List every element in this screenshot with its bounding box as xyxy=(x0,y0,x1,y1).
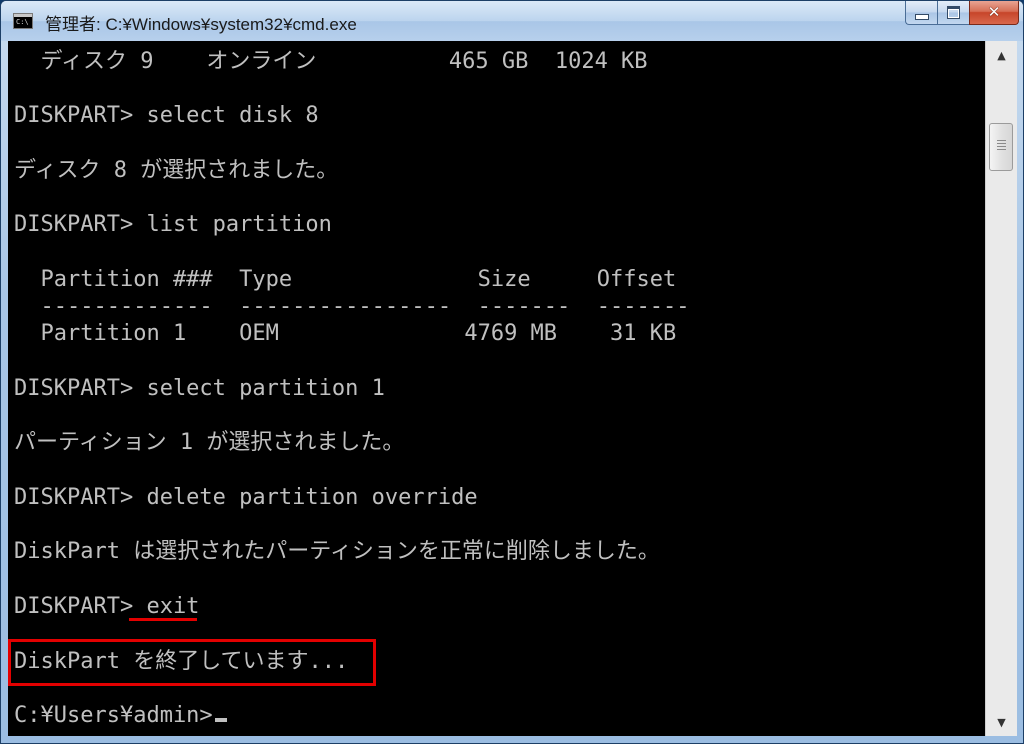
grip-icon xyxy=(997,140,1006,152)
close-icon: ✕ xyxy=(987,3,1001,21)
cmd-app-icon[interactable]: C:\ xyxy=(13,13,33,29)
console-line: ディスク 8 が選択されました。 xyxy=(14,158,339,183)
scroll-up-button[interactable]: ▲ xyxy=(986,41,1017,69)
console-line: DISKPART> list partition xyxy=(14,212,332,237)
console-line: DiskPart は選択されたパーティションを正常に削除しました。 xyxy=(14,539,660,564)
console-output[interactable]: ディスク 9 オンライン 465 GB 1024 KB DISKPART> se… xyxy=(8,41,985,736)
prompt-text: C:¥Users¥admin> xyxy=(14,703,213,728)
exit-message-highlight-box xyxy=(8,639,376,686)
partition-table-row: Partition 1 OEM 4769 MB 31 KB xyxy=(14,321,677,346)
maximize-icon xyxy=(947,6,960,19)
scroll-down-button[interactable]: ▼ xyxy=(986,708,1017,736)
minimize-icon xyxy=(914,13,929,20)
cmd-window: C:\ 管理者: C:¥Windows¥system32¥cmd.exe ✕ デ… xyxy=(0,0,1024,744)
exit-underline-annotation xyxy=(129,618,197,621)
console-line: DISKPART> delete partition override xyxy=(14,485,478,510)
partition-table-separator: ------------- ---------------- ------- -… xyxy=(14,294,690,319)
scrollbar-thumb[interactable] xyxy=(989,123,1013,171)
cmd-app-icon-label: C:\ xyxy=(16,18,29,26)
text-cursor xyxy=(214,718,227,722)
window-controls: ✕ xyxy=(905,1,1019,27)
command-prompt-line[interactable]: C:¥Users¥admin> xyxy=(14,701,227,731)
console-line: ディスク 9 オンライン 465 GB 1024 KB xyxy=(14,49,648,74)
vertical-scrollbar[interactable]: ▲ ▼ xyxy=(985,41,1017,736)
arrow-down-icon: ▼ xyxy=(997,715,1006,729)
arrow-up-icon: ▲ xyxy=(997,48,1006,62)
minimize-button[interactable] xyxy=(905,1,937,25)
console-line: DISKPART> select partition 1 xyxy=(14,376,385,401)
console-line: DISKPART> select disk 8 xyxy=(14,103,319,128)
partition-table-header: Partition ### Type Size Offset xyxy=(14,267,677,292)
maximize-button[interactable] xyxy=(937,1,969,25)
console-line: パーティション 1 が選択されました。 xyxy=(14,430,405,455)
close-button[interactable]: ✕ xyxy=(969,1,1019,25)
title-bar[interactable]: C:\ 管理者: C:¥Windows¥system32¥cmd.exe ✕ xyxy=(1,1,1023,41)
window-title: 管理者: C:¥Windows¥system32¥cmd.exe xyxy=(45,15,357,34)
